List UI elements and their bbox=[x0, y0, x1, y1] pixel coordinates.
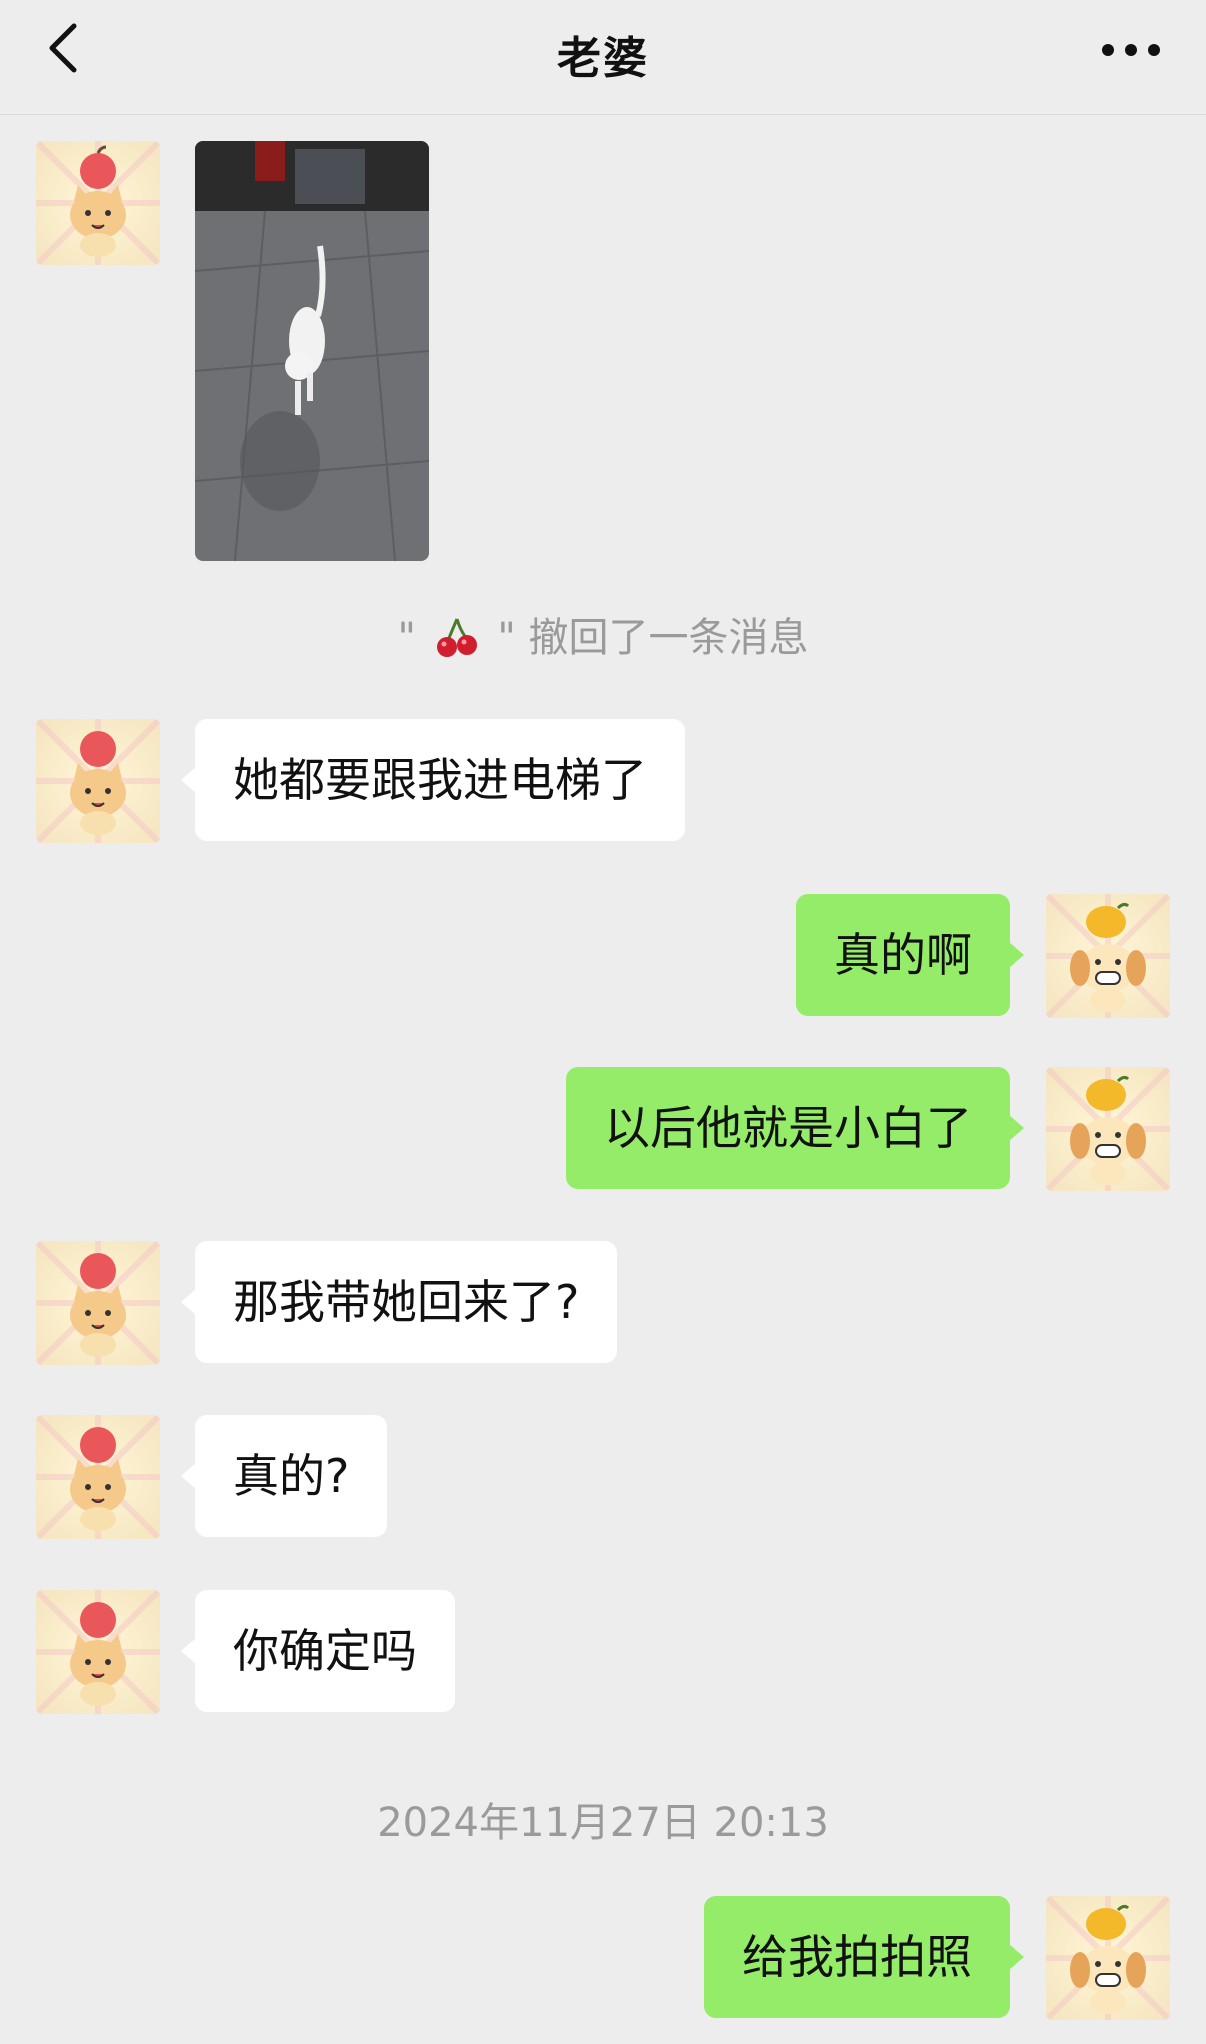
message-bubble-incoming[interactable]: 真的? bbox=[180, 1415, 388, 1537]
chat-header: 老婆 bbox=[0, 0, 1206, 115]
recall-text: 撤回了一条消息 bbox=[528, 615, 809, 661]
message-bubble-incoming[interactable]: 那我带她回来了? bbox=[180, 1241, 618, 1363]
self-avatar[interactable] bbox=[1046, 1896, 1170, 2020]
cat-apple-avatar-icon bbox=[36, 719, 160, 843]
message-bubble-incoming[interactable]: 她都要跟我进电梯了 bbox=[181, 719, 685, 841]
message-bubble-outgoing[interactable]: 以后他就是小白了 bbox=[566, 1067, 1024, 1189]
contact-avatar[interactable] bbox=[36, 1590, 160, 1714]
message-bubble-incoming[interactable]: 你确定吗 bbox=[181, 1590, 455, 1712]
dog-mango-avatar-icon bbox=[1046, 1896, 1170, 2020]
cat-apple-avatar-icon bbox=[36, 1415, 160, 1539]
recall-quote-open: " bbox=[397, 615, 416, 661]
cherry-icon bbox=[435, 615, 479, 669]
more-options-button[interactable] bbox=[1096, 30, 1166, 70]
more-dots-icon bbox=[1102, 44, 1160, 56]
dog-mango-avatar-icon bbox=[1046, 894, 1170, 1018]
shared-photo-cat[interactable] bbox=[195, 141, 429, 561]
recall-quote-close: " bbox=[497, 615, 516, 661]
contact-avatar[interactable] bbox=[36, 719, 160, 843]
cat-apple-avatar-icon bbox=[36, 1241, 160, 1365]
chat-title: 老婆 bbox=[557, 33, 649, 84]
recall-notice: " " 撤回了一条消息 bbox=[0, 605, 1206, 669]
dog-mango-avatar-icon bbox=[1046, 1067, 1170, 1191]
contact-avatar[interactable] bbox=[36, 1415, 160, 1539]
self-avatar[interactable] bbox=[1046, 894, 1170, 1018]
contact-avatar[interactable] bbox=[36, 141, 160, 265]
cat-photo-image bbox=[195, 141, 429, 561]
message-timestamp: 2024年11月27日 20:13 bbox=[377, 1800, 829, 1846]
contact-avatar[interactable] bbox=[36, 1241, 160, 1365]
cat-apple-avatar-icon bbox=[36, 141, 160, 265]
self-avatar[interactable] bbox=[1046, 1067, 1170, 1191]
cat-apple-avatar-icon bbox=[36, 1590, 160, 1714]
message-bubble-outgoing[interactable]: 给我拍拍照 bbox=[704, 1896, 1024, 2018]
message-bubble-outgoing[interactable]: 真的啊 bbox=[796, 894, 1024, 1016]
